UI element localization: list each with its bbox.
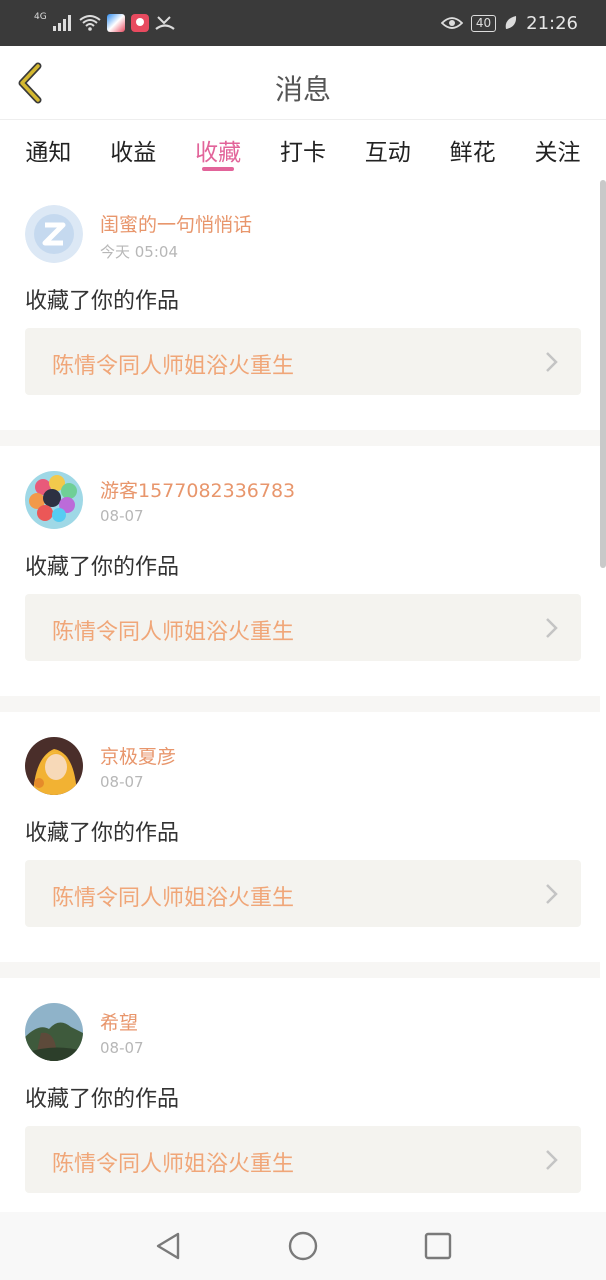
list-item: 希望 08-07 收藏了你的作品 陈情令同人师姐浴火重生 xyxy=(0,978,600,1228)
eye-comfort-icon xyxy=(440,17,463,29)
tab-follow[interactable]: 关注 xyxy=(522,121,592,177)
page-title: 消息 xyxy=(274,73,331,106)
username[interactable]: 希望 xyxy=(100,1008,138,1035)
list-item: 京极夏彦 08-07 收藏了你的作品 陈情令同人师姐浴火重生 xyxy=(0,712,600,962)
landscape-avatar-icon xyxy=(25,1003,83,1061)
tab-earnings[interactable]: 收益 xyxy=(98,121,168,177)
tab-label: 鲜花 xyxy=(449,140,496,166)
chevron-right-icon xyxy=(546,884,558,904)
work-title: 陈情令同人师姐浴火重生 xyxy=(52,620,295,645)
work-link[interactable]: 陈情令同人师姐浴火重生 xyxy=(25,1126,581,1193)
app-header: 消息 xyxy=(0,46,606,120)
username[interactable]: 游客1577082336783 xyxy=(100,476,295,503)
list-item: 游客1577082336783 08-07 收藏了你的作品 陈情令同人师姐浴火重… xyxy=(0,446,600,696)
tab-label: 收藏 xyxy=(195,140,242,166)
tab-label: 互动 xyxy=(364,140,411,166)
active-tab-indicator xyxy=(202,167,235,171)
divider xyxy=(0,430,600,446)
recents-square-icon[interactable] xyxy=(420,1228,456,1264)
list-item: 闺蜜的一句悄悄话 今天 05:04 收藏了你的作品 陈情令同人师姐浴火重生 xyxy=(0,180,600,430)
notification-list: 闺蜜的一句悄悄话 今天 05:04 收藏了你的作品 陈情令同人师姐浴火重生 游客… xyxy=(0,180,600,1280)
action-text: 收藏了你的作品 xyxy=(25,1087,180,1112)
back-triangle-icon[interactable] xyxy=(150,1228,186,1264)
action-text: 收藏了你的作品 xyxy=(25,555,180,580)
signal-icon xyxy=(52,15,71,31)
work-title: 陈情令同人师姐浴火重生 xyxy=(52,886,295,911)
wifi-icon xyxy=(79,15,101,31)
default-avatar-icon xyxy=(25,205,83,263)
tab-label: 打卡 xyxy=(279,140,326,166)
battery-icon: 40 xyxy=(470,14,497,32)
tab-interaction[interactable]: 互动 xyxy=(353,121,423,177)
anime-avatar-icon xyxy=(25,737,83,795)
chevron-right-icon xyxy=(546,1150,558,1170)
action-text: 收藏了你的作品 xyxy=(25,821,180,846)
avatar[interactable] xyxy=(25,471,83,529)
tab-flowers[interactable]: 鲜花 xyxy=(438,121,508,177)
leaf-icon xyxy=(505,16,517,29)
avatar[interactable] xyxy=(25,205,83,263)
timestamp: 今天 05:04 xyxy=(100,243,178,261)
app-notification-icon xyxy=(106,14,125,32)
tab-favorites[interactable]: 收藏 xyxy=(183,121,253,177)
work-title: 陈情令同人师姐浴火重生 xyxy=(52,1152,295,1177)
divider xyxy=(0,696,600,712)
avatar[interactable] xyxy=(25,1003,83,1061)
app-notification-icon xyxy=(130,14,149,32)
work-title: 陈情令同人师姐浴火重生 xyxy=(52,354,295,379)
tab-checkin[interactable]: 打卡 xyxy=(268,121,338,177)
balloons-avatar-icon xyxy=(25,471,83,529)
work-link[interactable]: 陈情令同人师姐浴火重生 xyxy=(25,328,581,395)
avatar[interactable] xyxy=(25,737,83,795)
divider xyxy=(0,962,600,978)
timestamp: 08-07 xyxy=(100,773,144,791)
tab-label: 关注 xyxy=(534,140,581,166)
action-text: 收藏了你的作品 xyxy=(25,289,180,314)
tab-label: 收益 xyxy=(110,140,157,166)
status-right: 40 21:26 xyxy=(440,10,578,36)
work-link[interactable]: 陈情令同人师姐浴火重生 xyxy=(25,860,581,927)
missed-call-icon xyxy=(155,16,175,30)
timestamp: 08-07 xyxy=(100,1039,144,1057)
username[interactable]: 闺蜜的一句悄悄话 xyxy=(100,210,252,237)
network-type: 4G xyxy=(34,12,47,22)
work-link[interactable]: 陈情令同人师姐浴火重生 xyxy=(25,594,581,661)
chevron-right-icon xyxy=(546,618,558,638)
status-bar: 4G 40 21:26 xyxy=(0,0,606,46)
tab-bar: 通知 收益 收藏 打卡 互动 鲜花 关注 xyxy=(0,121,606,177)
tab-label: 通知 xyxy=(25,140,72,166)
system-nav-bar xyxy=(0,1212,606,1280)
username[interactable]: 京极夏彦 xyxy=(100,742,176,769)
status-left: 4G xyxy=(34,10,175,36)
tab-notice[interactable]: 通知 xyxy=(13,121,83,177)
timestamp: 08-07 xyxy=(100,507,144,525)
scrollbar[interactable] xyxy=(600,180,606,568)
chevron-right-icon xyxy=(546,352,558,372)
home-circle-icon[interactable] xyxy=(285,1228,321,1264)
status-time: 21:26 xyxy=(526,12,578,34)
